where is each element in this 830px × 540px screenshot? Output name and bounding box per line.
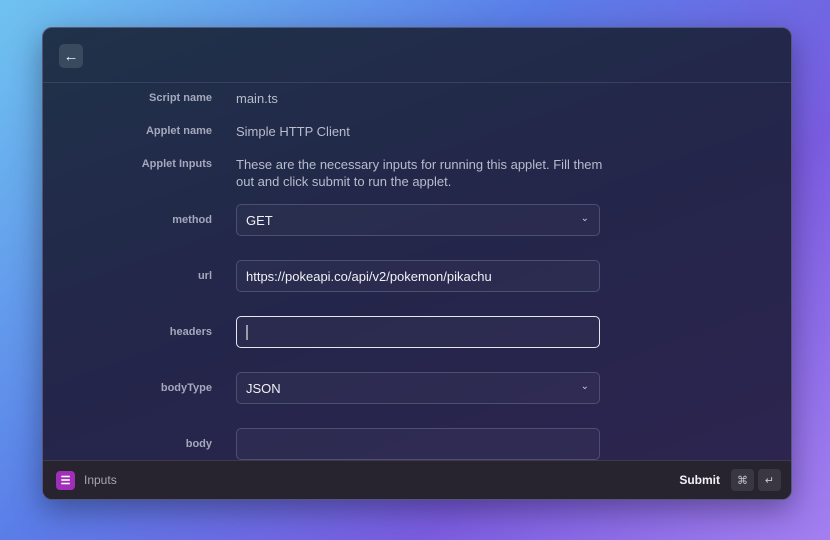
text-cursor (246, 324, 248, 340)
chevron-down-icon: ⌄ (580, 381, 589, 392)
method-select[interactable]: GET ⌄ (236, 204, 600, 236)
headers-label: headers (169, 326, 212, 338)
back-button[interactable]: ← (59, 44, 83, 68)
method-label: method (172, 214, 212, 226)
footer-title: Inputs (84, 473, 117, 487)
app-logo-icon: ☰ (56, 471, 75, 490)
url-value: https://pokeapi.co/api/v2/pokemon/pikach… (246, 268, 492, 284)
applet-inputs-description: These are the necessary inputs for runni… (236, 157, 603, 189)
arrow-left-icon: ← (63, 47, 79, 65)
script-name-label: Script name (149, 92, 212, 104)
chevron-down-icon: ⌄ (580, 213, 589, 224)
applet-name-label: Applet name (145, 125, 212, 137)
bodytype-label: bodyType (160, 382, 212, 394)
applet-name-value: Simple HTTP Client (236, 124, 350, 139)
method-value: GET (246, 212, 273, 228)
url-input[interactable]: https://pokeapi.co/api/v2/pokemon/pikach… (236, 260, 600, 292)
headers-input[interactable] (236, 316, 600, 348)
body-input[interactable] (236, 428, 600, 460)
header: ← (43, 28, 791, 83)
applet-inputs-label: Applet Inputs (141, 158, 212, 170)
url-label: url (197, 270, 212, 282)
command-key-icon: ⌘ (731, 469, 754, 491)
script-name-value: main.ts (236, 91, 278, 106)
applet-window: ← Script name main.ts Applet name Simple… (42, 27, 792, 500)
bodytype-select[interactable]: JSON ⌄ (236, 372, 600, 404)
body-label: body (185, 438, 212, 450)
submit-button[interactable]: Submit (679, 473, 720, 487)
footer: ☰ Inputs Submit ⌘ ↵ (43, 460, 791, 499)
bodytype-value: JSON (246, 380, 281, 396)
enter-key-icon: ↵ (758, 469, 781, 491)
